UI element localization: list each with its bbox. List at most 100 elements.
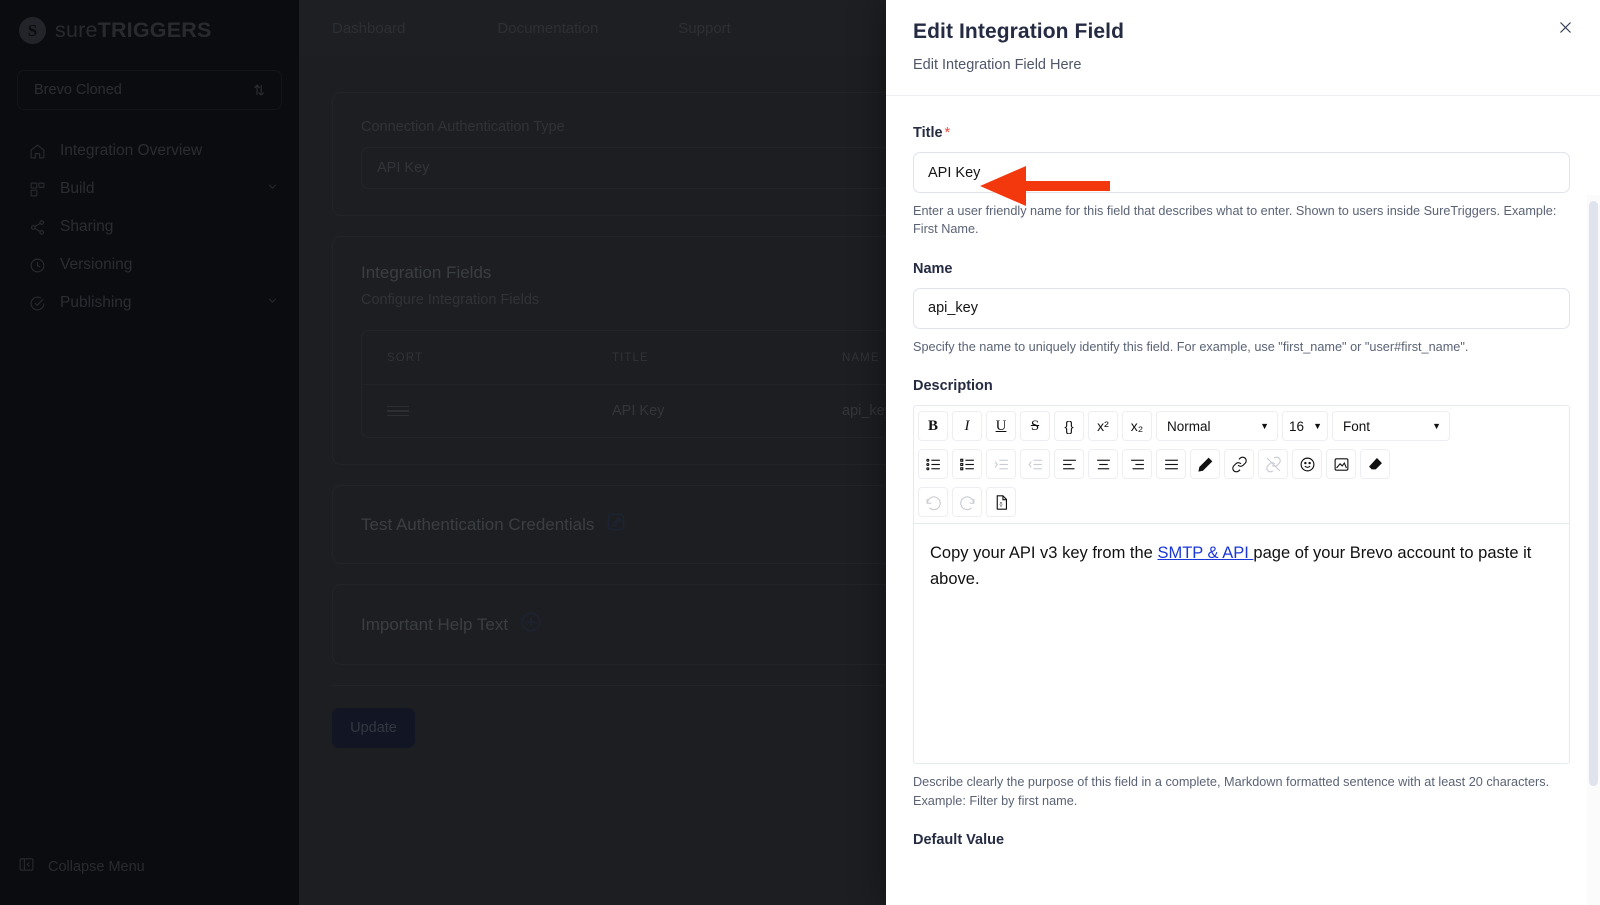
align-justify-icon[interactable] xyxy=(1156,449,1186,480)
plus-circle-icon[interactable] xyxy=(520,611,542,638)
logo-text-light: sure xyxy=(55,18,98,42)
description-text-before: Copy your API v3 key from the xyxy=(930,544,1158,563)
sidebar-item-label: Integration Overview xyxy=(60,142,203,159)
test-auth-label: Test Authentication Credentials xyxy=(361,514,595,534)
sidebar-item-label: Sharing xyxy=(60,218,114,235)
undo-icon[interactable] xyxy=(918,487,948,518)
workspace-label: Brevo Cloned xyxy=(34,82,122,98)
collapse-menu-button[interactable]: Collapse Menu xyxy=(0,856,145,877)
chevron-down-icon: ▼ xyxy=(1432,420,1441,431)
heading-select-value: Normal xyxy=(1167,418,1211,434)
chevron-down-icon: ▼ xyxy=(1260,420,1269,431)
sidebar-item-integration-overview[interactable]: Integration Overview xyxy=(0,132,299,170)
description-editor-body[interactable]: Copy your API v3 key from the SMTP & API… xyxy=(913,523,1570,765)
cell-title: API Key xyxy=(612,403,665,419)
indent-decrease-icon[interactable] xyxy=(1020,449,1050,480)
eraser-icon[interactable] xyxy=(1360,449,1390,480)
sidebar-item-label: Build xyxy=(60,180,95,197)
subscript-icon[interactable]: x₂ xyxy=(1122,411,1152,442)
close-icon[interactable] xyxy=(1553,15,1577,39)
sidebar-item-build[interactable]: Build xyxy=(0,170,299,208)
suretriggers-logo-icon: S xyxy=(19,17,46,44)
workspace-selector[interactable]: Brevo Cloned ⇅ xyxy=(17,70,282,110)
font-family-value: Font xyxy=(1343,418,1371,434)
title-label-text: Title xyxy=(913,125,943,141)
strikethrough-icon[interactable]: S xyxy=(1020,411,1050,442)
align-left-icon[interactable] xyxy=(1054,449,1084,480)
description-field-block: Description B I U S {} x² x₂ Normal ▼ 16… xyxy=(913,378,1570,810)
superscript-icon[interactable]: x² xyxy=(1088,411,1118,442)
tab-support[interactable]: Support xyxy=(678,20,755,37)
unlink-icon[interactable] xyxy=(1258,449,1288,480)
name-input[interactable] xyxy=(913,287,1570,329)
image-icon[interactable] xyxy=(1326,449,1356,480)
edit-square-icon[interactable] xyxy=(606,512,626,537)
unordered-list-icon[interactable] xyxy=(952,449,982,480)
align-right-icon[interactable] xyxy=(1122,449,1152,480)
chevron-down-icon[interactable] xyxy=(266,294,279,312)
auth-type-value: API Key xyxy=(377,160,430,176)
font-size-value: 16 xyxy=(1289,418,1305,434)
share-icon xyxy=(29,219,46,236)
editor-toolbar: B I U S {} x² x₂ Normal ▼ 16 ▼ Font ▼ {} xyxy=(913,405,1570,524)
name-field-block: Name Specify the name to uniquely identi… xyxy=(913,261,1570,356)
underline-icon[interactable]: U xyxy=(986,411,1016,442)
chevron-down-icon[interactable] xyxy=(266,180,279,198)
svg-text:{}: {} xyxy=(999,501,1003,507)
description-field-help: Describe clearly the purpose of this fie… xyxy=(913,775,1550,808)
pen-icon[interactable] xyxy=(1190,449,1220,480)
sidebar-item-versioning[interactable]: Versioning xyxy=(0,246,299,284)
chevron-down-icon: ▼ xyxy=(1313,420,1322,431)
smtp-api-link[interactable]: SMTP & API xyxy=(1157,544,1253,562)
sidebar: S sureTRIGGERS Brevo Cloned ⇅ Integratio… xyxy=(0,0,299,905)
heading-select[interactable]: Normal ▼ xyxy=(1156,411,1278,442)
update-button[interactable]: Update xyxy=(332,708,415,748)
tab-documentation[interactable]: Documentation xyxy=(497,20,622,37)
sidebar-item-publishing[interactable]: Publishing xyxy=(0,284,299,322)
required-marker: * xyxy=(944,125,951,141)
link-icon[interactable] xyxy=(1224,449,1254,480)
title-field-block: Title* Enter a user friendly name for th… xyxy=(913,125,1570,239)
sidebar-nav: Integration Overview Build Sharing Versi… xyxy=(0,132,299,322)
ordered-list-icon[interactable] xyxy=(918,449,948,480)
sidebar-item-sharing[interactable]: Sharing xyxy=(0,208,299,246)
logo-wordmark: sureTRIGGERS xyxy=(55,18,212,43)
code-block-icon[interactable]: {} xyxy=(1054,411,1084,442)
font-family-select[interactable]: Font ▼ xyxy=(1332,411,1450,442)
scrollbar-thumb[interactable] xyxy=(1589,201,1598,786)
rich-text-editor: B I U S {} x² x₂ Normal ▼ 16 ▼ Font ▼ {}… xyxy=(913,405,1570,765)
clock-icon xyxy=(29,257,46,274)
sidebar-item-label: Versioning xyxy=(60,256,133,273)
home-icon xyxy=(29,143,46,160)
modal-title: Edit Integration Field xyxy=(913,20,1125,43)
tab-dashboard[interactable]: Dashboard xyxy=(332,20,429,37)
modal-scrollbar[interactable] xyxy=(1587,195,1600,905)
modal-subtitle: Edit Integration Field Here xyxy=(913,57,1082,73)
blocks-icon xyxy=(29,181,46,198)
title-input[interactable] xyxy=(913,152,1570,193)
source-code-icon[interactable]: {} xyxy=(986,487,1016,518)
edit-integration-field-modal: Edit Integration Field Edit Integration … xyxy=(886,0,1600,905)
description-field-label: Description xyxy=(913,378,993,395)
drag-handle-icon[interactable] xyxy=(387,405,612,417)
redo-icon[interactable] xyxy=(952,487,982,518)
emoji-icon[interactable] xyxy=(1292,449,1322,480)
name-field-label: Name xyxy=(913,260,953,277)
modal-header: Edit Integration Field Edit Integration … xyxy=(886,0,1600,95)
name-field-help: Specify the name to uniquely identify th… xyxy=(913,339,1469,354)
collapse-menu-label: Collapse Menu xyxy=(48,858,145,875)
modal-body: Title* Enter a user friendly name for th… xyxy=(886,95,1600,905)
italic-icon[interactable]: I xyxy=(952,411,982,442)
indent-increase-icon[interactable] xyxy=(986,449,1016,480)
bold-icon[interactable]: B xyxy=(918,411,948,442)
column-header-title: TITLE xyxy=(612,351,649,364)
default-value-label: Default Value xyxy=(913,832,1005,849)
sort-updown-icon: ⇅ xyxy=(253,81,265,98)
font-size-select[interactable]: 16 ▼ xyxy=(1282,411,1328,442)
align-center-icon[interactable] xyxy=(1088,449,1118,480)
panel-collapse-icon xyxy=(18,856,35,877)
sidebar-item-label: Publishing xyxy=(60,294,132,311)
help-text-label: Important Help Text xyxy=(361,614,509,634)
column-header-sort: SORT xyxy=(387,351,424,364)
app-logo[interactable]: S sureTRIGGERS xyxy=(0,0,299,44)
